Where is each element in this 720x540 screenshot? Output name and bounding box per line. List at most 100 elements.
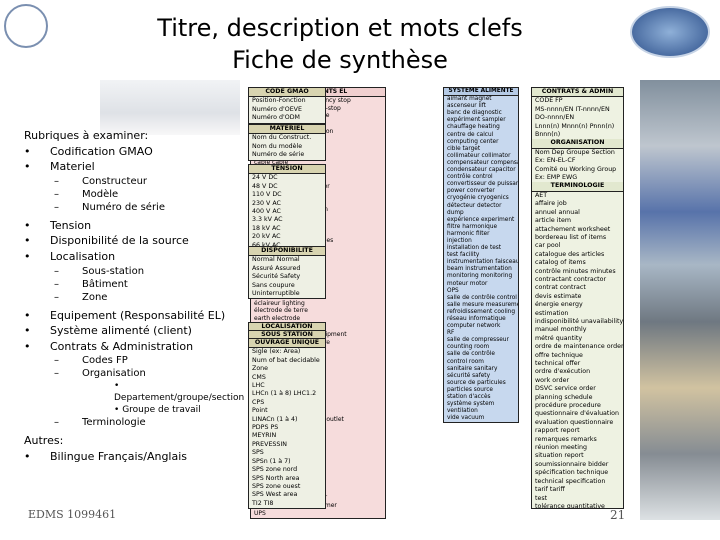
- table-cell: questionnaire d'évaluation: [535, 410, 619, 418]
- topic-item: • Bilingue Français/Anglais: [24, 449, 244, 465]
- table-section: DISPONIBILITE Normal Normal Assuré Assured…: [248, 246, 326, 300]
- topic-label: Bilingue Français/Anglais: [50, 449, 188, 463]
- subtopic-label: Organisation: [82, 368, 146, 380]
- table-cell: spécification technique: [535, 469, 609, 477]
- bullet: •: [24, 234, 31, 248]
- table-cell: RF: [447, 330, 455, 337]
- topic-label: Equipement (Responsabilité EL): [50, 308, 226, 322]
- table-cell: ascenseur lift: [447, 103, 486, 110]
- section-header: TENSION: [249, 165, 325, 175]
- section-header: TERMINOLOGIE: [532, 182, 623, 192]
- bullet: •: [114, 405, 120, 416]
- table-cell: CMS: [252, 373, 266, 381]
- table-cell: UPS: [254, 510, 266, 518]
- table-cell: ventilation: [447, 408, 478, 415]
- table-cell: DO-nnnn/EN: [535, 114, 575, 122]
- topic-item: • Contrats & Administration: [24, 339, 244, 355]
- subtopic-item: – Terminologie: [24, 416, 244, 429]
- table-cell: LINACn (1 à 4): [252, 415, 298, 423]
- table-cell: chauffage heating: [447, 124, 500, 131]
- subtopic-item: – Sous-station: [24, 265, 244, 278]
- table-cell: aimant magnet: [447, 96, 492, 103]
- table-cell: planning schedule: [535, 393, 593, 401]
- topic-label: Codification GMAO: [50, 144, 153, 158]
- dash: –: [54, 368, 59, 380]
- bullet: •: [114, 381, 120, 392]
- bullet: •: [24, 160, 31, 174]
- table-cell: Numéro de série: [252, 151, 305, 159]
- table-cell: vide vacuum: [447, 415, 485, 422]
- table-cell: sécurité safety: [447, 372, 491, 379]
- table-cell: Nom Dep Groupe Section: [535, 148, 615, 156]
- table-cell: Assuré Assured: [252, 264, 301, 272]
- edms-number: EDMS 1099461: [28, 508, 117, 521]
- table-cell: MEYRIN: [252, 432, 277, 440]
- col-systeme-alimente: SYSTEME ALIMENTE aimant magnet ascenseur l…: [443, 87, 519, 424]
- table-cell: Ex: EN-EL-CF: [535, 157, 576, 165]
- table-cell: control room: [447, 358, 484, 365]
- topics-list: Rubriques à examiner: • Codification GMAO •…: [24, 128, 244, 465]
- table-cell: Bnnn(n): [535, 131, 561, 139]
- table-cell: CODE FP: [535, 97, 563, 105]
- table-cell: Zone: [252, 365, 269, 373]
- table-cell: 230 V AC: [252, 199, 281, 207]
- table-cell: salle mesure measurement room: [447, 301, 518, 308]
- table-cell: électrode de terre: [254, 307, 308, 315]
- table-cell: tolérance quantitative: [535, 502, 605, 509]
- table-cell: TI2 TI8: [252, 499, 274, 507]
- table-cell: contrôle minutes minutes: [535, 267, 616, 275]
- dash: –: [54, 278, 59, 290]
- table-cell: CPS: [252, 398, 265, 406]
- autres-heading: Autres:: [24, 434, 64, 448]
- table-cell: computer network: [447, 323, 501, 330]
- table-cell: catalogue des articles: [535, 250, 605, 258]
- table-cell: Position-Fonction: [252, 97, 306, 105]
- title-line-2: Fiche de synthèse: [232, 46, 448, 74]
- table-cell: éclaireur lighting: [254, 299, 305, 307]
- table-cell: car pool: [535, 242, 561, 250]
- bullet: •: [24, 339, 31, 353]
- table-cell: computing center: [447, 138, 499, 145]
- table-cell: expériment sampler: [447, 117, 506, 124]
- table-cell: 20 kV AC: [252, 233, 281, 241]
- subtopic-item: – Zone: [24, 291, 244, 304]
- table-cell: Nom du Construct.: [252, 134, 312, 142]
- title-line-1: Titre, description et mots clefs: [157, 14, 523, 42]
- table-cell: Ex: EMP EWG: [535, 174, 578, 182]
- table-cell: annuel annual: [535, 208, 580, 216]
- table-cell: 3.3 kV AC: [252, 216, 283, 224]
- table-cell: SPS zone ouest: [252, 482, 301, 490]
- subtopic-label: Constructeur: [82, 175, 148, 187]
- table-cell: PDPS PS: [252, 424, 279, 432]
- topic-item: • Localisation: [24, 249, 244, 265]
- table-cell: Nom du modèle: [252, 142, 303, 150]
- table-cell: Point: [252, 407, 268, 415]
- table-cell: énergie energy: [535, 301, 583, 309]
- table-cell: PREVESSIN: [252, 440, 287, 448]
- table-cell: SPS zone nord: [252, 466, 298, 474]
- table-cell: cible target: [447, 145, 481, 152]
- subtopic-label: Zone: [82, 291, 108, 303]
- table-cell: injection: [447, 237, 472, 244]
- subtopic-item: – Constructeur: [24, 175, 244, 188]
- table-cell: Normal Normal: [252, 256, 300, 264]
- substation-photo: [100, 80, 240, 135]
- sub-subtopic-label: Departement/groupe/section: [114, 393, 245, 404]
- table-cell: remarques remarks: [535, 435, 597, 443]
- section-header: ORGANISATION: [532, 139, 623, 149]
- table-cell: harmonic filter: [447, 230, 490, 237]
- photo-strip: [640, 80, 720, 520]
- table-cell: contrat contract: [535, 284, 586, 292]
- dash: –: [54, 201, 59, 213]
- table-cell: catalog of items: [535, 259, 586, 267]
- table-cell: contrôle control: [447, 174, 493, 181]
- table-cell: salle de contrôle control room: [447, 294, 518, 301]
- table-cell: rapport report: [535, 427, 580, 435]
- table-cell: compensateur compensator: [447, 159, 518, 166]
- bullet: •: [24, 324, 31, 338]
- table-cell: evaluation questionnaire: [535, 418, 614, 426]
- subtopic-item: – Codes FP: [24, 354, 244, 367]
- table-cell: SPSn (1 à 7): [252, 457, 291, 465]
- table-cell: cryogénie cryogenics: [447, 195, 509, 202]
- subtopic-label: Terminologie: [82, 417, 146, 429]
